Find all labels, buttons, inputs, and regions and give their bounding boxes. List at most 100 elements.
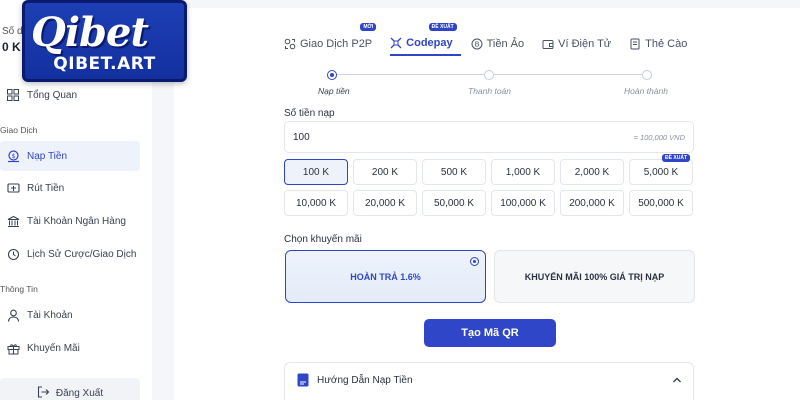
sidebar-item-label: Tài Khoản (27, 309, 73, 321)
amount-chip[interactable]: 200 K (353, 159, 417, 185)
amount-chip[interactable]: 500 K (422, 159, 486, 185)
coin-icon: $ (6, 149, 20, 163)
amount-chip[interactable]: 200,000 K (560, 190, 624, 216)
amount-chip[interactable]: 2,000 K (560, 159, 624, 185)
step-dot-deposit (327, 70, 337, 80)
logo-domain: QIBET.ART (53, 54, 156, 74)
sidebar-item-label: Tài Khoản Ngân Hàng (27, 215, 126, 227)
tab-label: Ví Điện Tử (558, 38, 612, 50)
sidebar-item-history[interactable]: Lịch Sử Cược/Giao Dịch (0, 239, 140, 269)
gift-icon (6, 341, 20, 355)
balance-value: 0 K (2, 40, 21, 54)
new-badge: MỚI (360, 23, 377, 31)
amount-chip[interactable]: 50,000 K (422, 190, 486, 216)
chip-label: 500 K (440, 166, 468, 178)
chip-label: 200 K (371, 166, 399, 178)
chip-label: 50,000 K (433, 197, 475, 209)
chip-label: 2,000 K (574, 166, 610, 178)
chip-label: 10,000 K (295, 197, 337, 209)
amount-chip[interactable]: 10,000 K (284, 190, 348, 216)
sidebar-item-bank-account[interactable]: Tài Khoản Ngân Hàng (0, 206, 140, 236)
user-icon (6, 308, 20, 322)
deposit-guide-accordion[interactable]: Hướng Dẫn Nạp Tiền (284, 362, 694, 400)
card-icon (629, 38, 641, 50)
step-connector (334, 74, 484, 75)
sidebar-item-label: Tổng Quan (27, 89, 78, 101)
quick-amount-grid: 100 K 200 K 500 K 1,000 K 2,000 K 5,000 … (284, 154, 696, 216)
chevron-up-icon (671, 373, 683, 391)
chip-label: 100 K (302, 166, 330, 178)
chip-label: 100,000 K (500, 197, 546, 209)
step-label: Hoàn thành (624, 86, 668, 96)
chip-label: 1,000 K (505, 166, 541, 178)
guide-label: Hướng Dẫn Nạp Tiền (317, 375, 413, 386)
amount-chip[interactable]: 1,000 K (491, 159, 555, 185)
wallet-icon (542, 38, 554, 50)
tab-label: Giao Dịch P2P (300, 38, 373, 50)
svg-text:$: $ (11, 152, 15, 159)
deposit-panel: Giao Dịch P2P MỚI Codepay ĐỀ XUẤT B Tiền… (174, 8, 800, 400)
tab-crypto[interactable]: B Tiền Ảo (471, 32, 533, 56)
amount-chip[interactable]: 5,000 K ĐỀ XUẤT (629, 154, 693, 185)
tab-label: Tiền Ảo (486, 38, 525, 50)
crypto-icon: B (471, 38, 483, 50)
promo-option-label: KHUYẾN MÃI 100% GIÁ TRỊ NẠP (524, 271, 665, 282)
brand-logo[interactable]: Qibet QIBET.ART (22, 0, 187, 82)
tab-p2p[interactable]: Giao Dịch P2P MỚI (284, 23, 380, 56)
sidebar-item-label: Lịch Sử Cược/Giao Dịch (27, 248, 137, 260)
recommended-badge: ĐỀ XUẤT (428, 23, 457, 31)
withdraw-icon (6, 181, 20, 195)
logout-icon (37, 385, 50, 400)
amount-chip[interactable]: 500,000 K (629, 190, 693, 216)
tab-e-wallet[interactable]: Ví Điện Tử (542, 32, 619, 56)
tab-label: Codepay (406, 37, 453, 49)
amount-chip[interactable]: 20,000 K (353, 190, 417, 216)
amount-value: 100 (293, 131, 310, 143)
promo-label: Chọn khuyến mãi (284, 234, 362, 245)
radio-selected-icon (470, 257, 479, 266)
section-info: Thông Tin (0, 284, 38, 294)
sidebar-item-withdraw[interactable]: Rút Tiền (0, 173, 140, 203)
amount-input[interactable]: 100 = 100,000 VND (284, 121, 694, 153)
step-label: Nạp tiền (318, 86, 350, 96)
converted-amount: = 100,000 VND (633, 132, 686, 142)
sidebar-item-label: Khuyến Mãi (27, 342, 80, 354)
document-icon (297, 373, 309, 392)
history-icon (6, 247, 20, 261)
sidebar-item-promotions[interactable]: Khuyến Mãi (0, 333, 140, 363)
sidebar-item-account[interactable]: Tài Khoản (0, 300, 140, 330)
step-dot-payment (484, 70, 494, 80)
step-connector (494, 74, 642, 75)
tab-codepay[interactable]: Codepay ĐỀ XUẤT (390, 23, 461, 56)
progress-stepper: Nạp tiền Thanh toán Hoàn thành (318, 70, 668, 100)
payment-method-tabs: Giao Dịch P2P MỚI Codepay ĐỀ XUẤT B Tiền… (284, 23, 705, 56)
amount-chip[interactable]: 100,000 K (491, 190, 555, 216)
amount-chip[interactable]: 100 K (284, 159, 348, 185)
tab-scratch-card[interactable]: Thẻ Cào (629, 32, 695, 56)
promo-option-rebate[interactable]: HOÀN TRẢ 1.6% (285, 250, 486, 303)
promo-option-label: HOÀN TRẢ 1.6% (350, 271, 421, 282)
step-dot-complete (642, 70, 652, 80)
svg-text:B: B (474, 41, 479, 49)
logo-wordmark: Qibet (31, 9, 149, 56)
bank-icon (6, 214, 20, 228)
sidebar-item-label: Nạp Tiền (27, 150, 68, 162)
recommended-badge: ĐỀ XUẤT (662, 154, 690, 162)
p2p-icon (284, 38, 296, 50)
step-label: Thanh toán (468, 86, 512, 96)
amount-label: Số tiền nạp (284, 108, 335, 119)
tab-label: Thẻ Cào (645, 38, 688, 50)
logout-button[interactable]: Đăng Xuất (0, 378, 140, 400)
sidebar-item-deposit[interactable]: $ Nạp Tiền (0, 141, 140, 171)
promo-option-bonus[interactable]: KHUYẾN MÃI 100% GIÁ TRỊ NẠP (494, 250, 695, 303)
chip-label: 5,000 K (643, 166, 679, 178)
section-transactions: Giao Dịch (0, 125, 38, 135)
sidebar-item-label: Rút Tiền (27, 182, 65, 194)
logout-label: Đăng Xuất (55, 387, 104, 399)
codepay-icon (390, 37, 402, 49)
chip-label: 200,000 K (569, 197, 615, 209)
chip-label: 20,000 K (364, 197, 406, 209)
chip-label: 500,000 K (638, 197, 684, 209)
sidebar-item-overview[interactable]: Tổng Quan (0, 80, 140, 110)
generate-qr-button[interactable]: Tạo Mã QR (424, 319, 556, 347)
